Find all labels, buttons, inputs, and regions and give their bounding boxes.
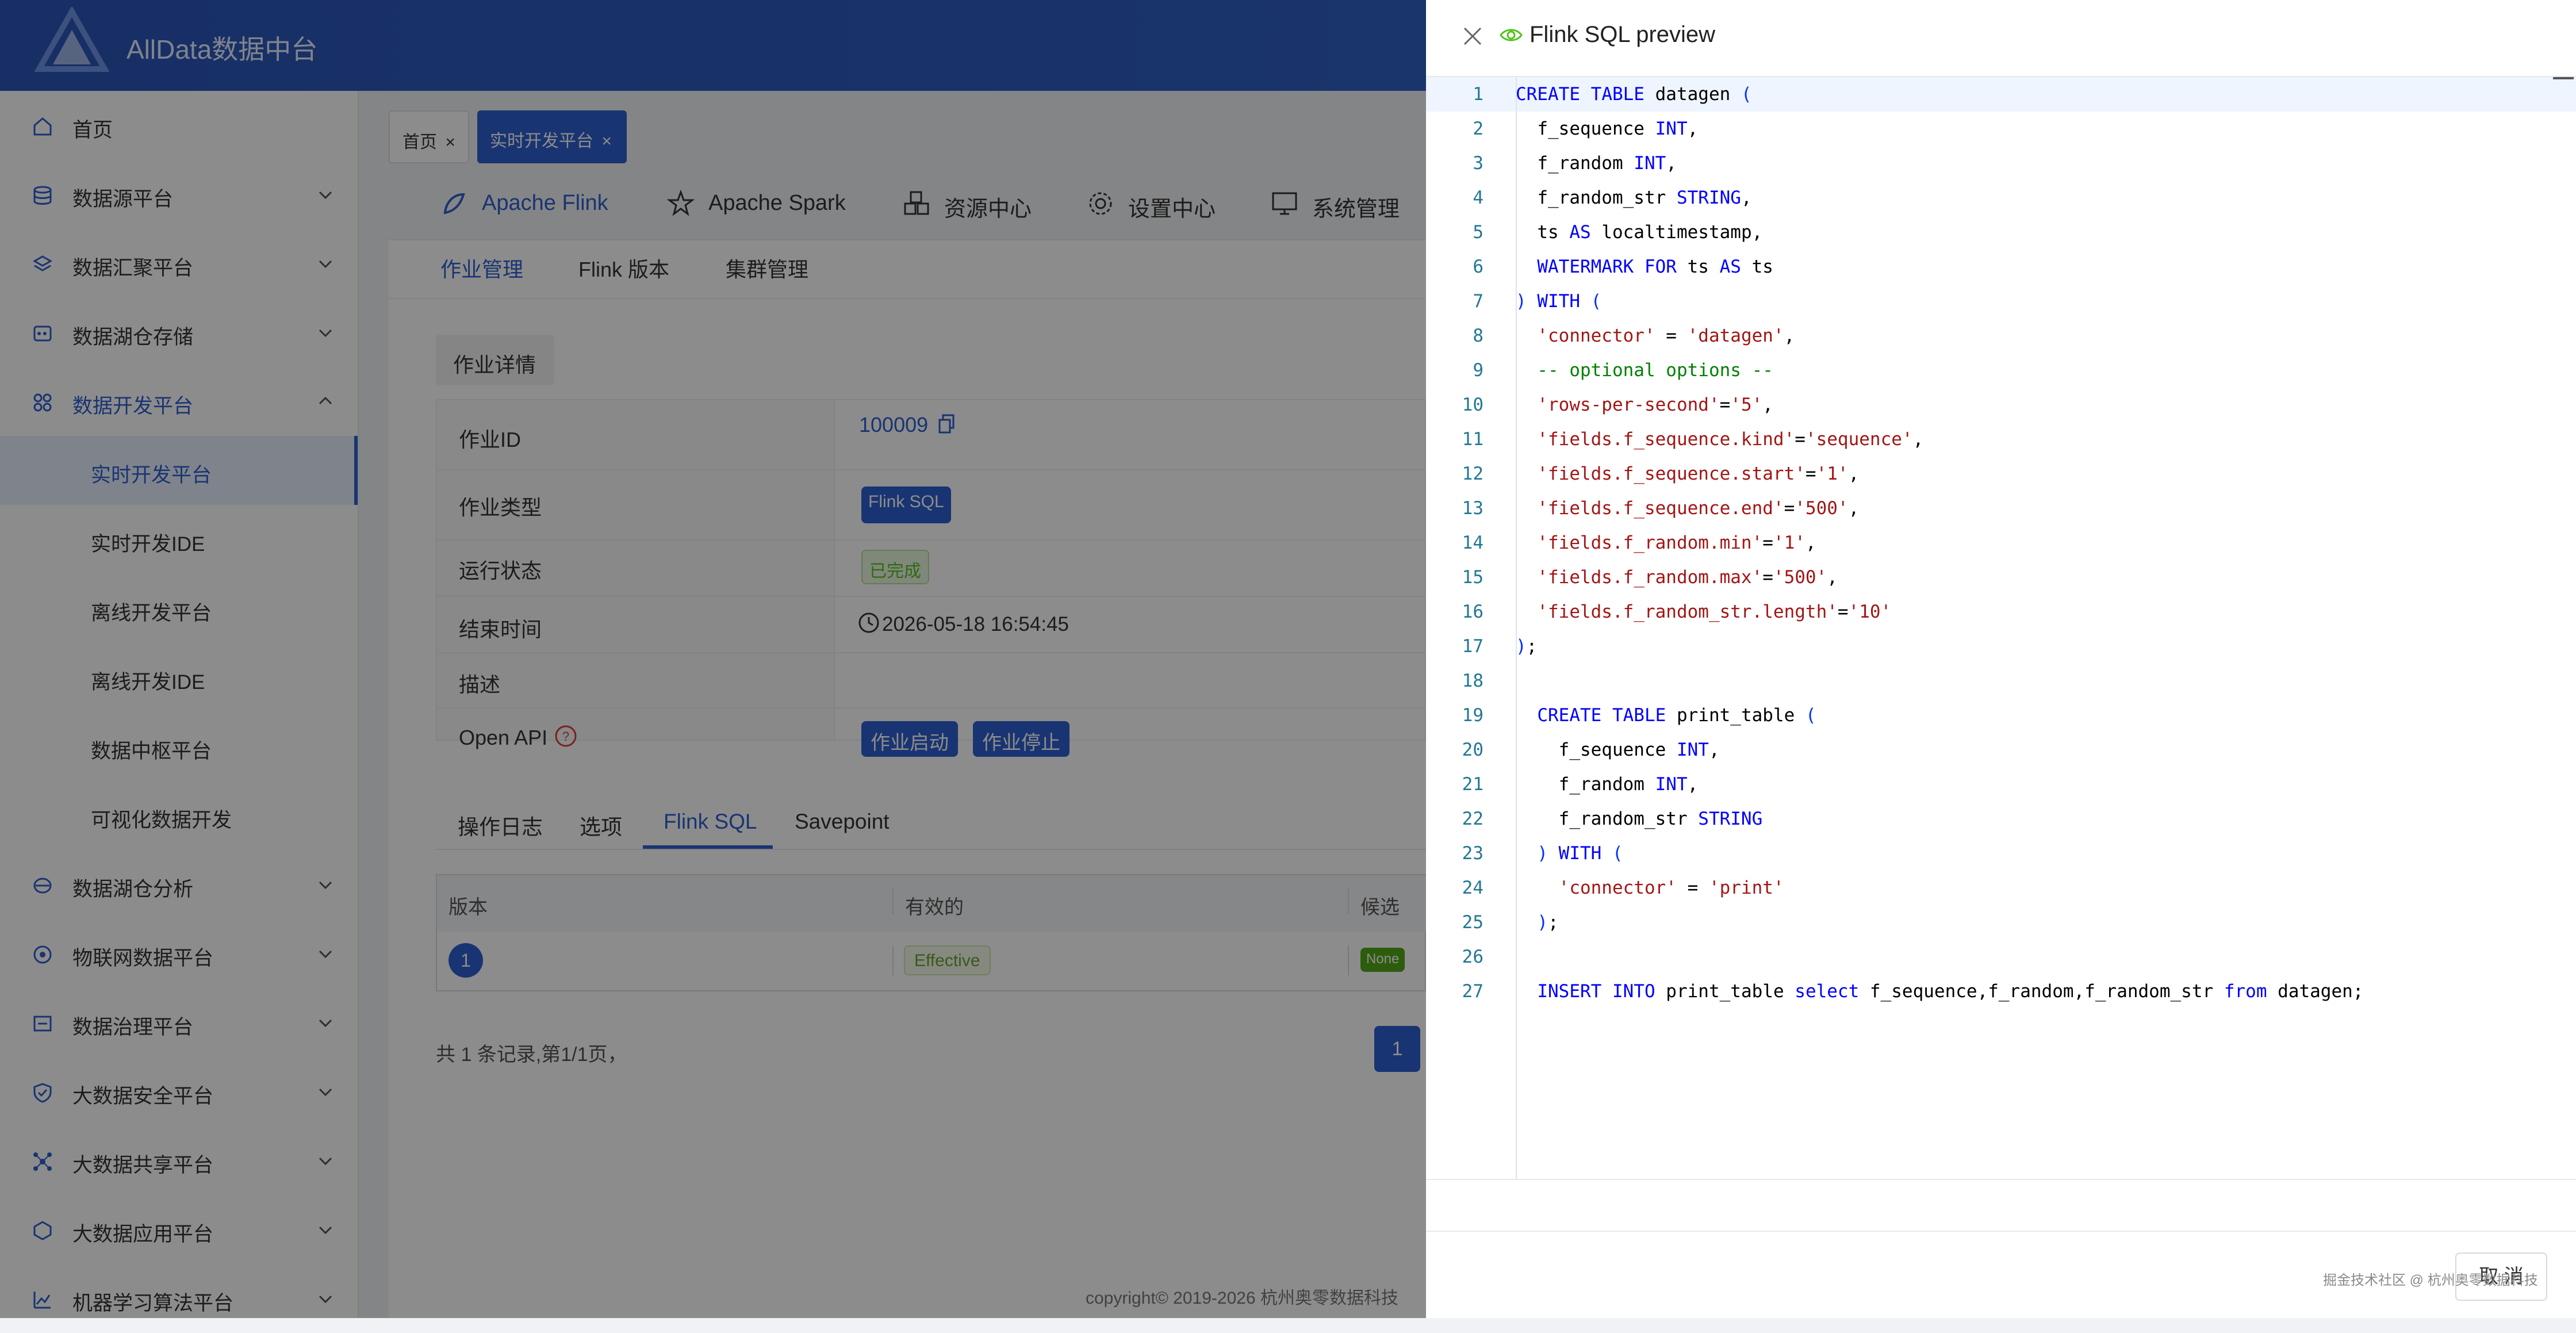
code-text: WATERMARK FOR ts AS ts <box>1537 256 1773 277</box>
code-text: 'connector' = 'datagen', <box>1537 325 1795 346</box>
code-line: 8 'connector' = 'datagen', <box>1426 319 2576 353</box>
line-number: 17 <box>1462 636 1483 657</box>
code-line: 13 'fields.f_sequence.end'='500', <box>1426 491 2576 526</box>
code-text: f_random INT, <box>1516 774 1699 795</box>
line-number: 15 <box>1462 567 1483 588</box>
code-line: 4 f_random_str STRING, <box>1426 181 2576 215</box>
code-text: 'rows-per-second'='5', <box>1537 394 1773 415</box>
line-number: 8 <box>1473 325 1483 346</box>
code-line: 27 INSERT INTO print_table select f_sequ… <box>1426 974 2576 1009</box>
code-line: 15 'fields.f_random.max'='500', <box>1426 560 2576 595</box>
code-text: f_random_str STRING <box>1516 809 1763 829</box>
code-text: ); <box>1516 636 1538 657</box>
line-number: 21 <box>1462 774 1483 795</box>
code-text: 'fields.f_random_str.length'='10' <box>1537 602 1892 622</box>
code-text: CREATE TABLE print_table ( <box>1537 705 1816 726</box>
code-text: f_sequence INT, <box>1516 118 1699 139</box>
code-line: 26 <box>1426 940 2576 974</box>
line-number: 25 <box>1462 912 1483 933</box>
code-line: 11 'fields.f_sequence.kind'='sequence', <box>1426 422 2576 457</box>
line-number: 4 <box>1473 187 1483 208</box>
line-number: 11 <box>1462 429 1483 450</box>
modal-mask[interactable] <box>0 0 1426 1318</box>
code-line: 7 ) WITH ( <box>1426 284 2576 319</box>
code-text: ) WITH ( <box>1516 291 1602 312</box>
code-line: 2 f_sequence INT, <box>1426 112 2576 146</box>
line-number: 20 <box>1462 740 1483 760</box>
line-number: 16 <box>1462 602 1483 622</box>
line-number: 14 <box>1462 533 1483 553</box>
code-text: ) WITH ( <box>1537 843 1623 864</box>
code-line: 22 f_random_str STRING <box>1426 802 2576 836</box>
code-line: 17); <box>1426 629 2576 664</box>
code-text: 'fields.f_sequence.kind'='sequence', <box>1537 429 1924 450</box>
line-number: 1 <box>1473 84 1483 105</box>
code-text: CREATE TABLE datagen ( <box>1516 84 1752 105</box>
line-number: 10 <box>1462 394 1483 415</box>
code-line: 24 'connector' = 'print' <box>1426 871 2576 905</box>
code-line: 14 'fields.f_random.min'='1', <box>1426 526 2576 560</box>
code-text: f_random_str STRING, <box>1516 187 1752 208</box>
line-number: 6 <box>1473 256 1483 277</box>
code-line: 16 'fields.f_random_str.length'='10' <box>1426 595 2576 629</box>
close-icon[interactable] <box>1462 25 1483 47</box>
code-text: ); <box>1537 912 1559 933</box>
code-line: 18 <box>1426 664 2576 698</box>
line-number: 27 <box>1462 981 1483 1002</box>
code-text: INSERT INTO print_table select f_sequenc… <box>1537 981 2364 1002</box>
drawer-title: Flink SQL preview <box>1529 22 1716 47</box>
line-number: 9 <box>1473 360 1483 381</box>
line-number: 18 <box>1462 671 1483 691</box>
line-number: 5 <box>1473 222 1483 243</box>
code-line: 5 ts AS localtimestamp, <box>1426 215 2576 250</box>
code-line: 1 CREATE TABLE datagen ( <box>1426 77 2576 112</box>
line-number: 2 <box>1473 118 1483 139</box>
code-line: 20 f_sequence INT, <box>1426 733 2576 767</box>
eye-icon <box>1500 29 1523 41</box>
divider <box>1426 1179 2576 1180</box>
line-number: 7 <box>1473 291 1483 312</box>
watermark: 掘金技术社区 @ 杭州奥零数据科技 <box>2323 1273 2538 1288</box>
code-text: -- optional options -- <box>1516 360 1773 381</box>
code-line: 25 ); <box>1426 905 2576 940</box>
divider <box>1426 1231 2576 1232</box>
code-line: 19 CREATE TABLE print_table ( <box>1426 698 2576 733</box>
code-text: f_sequence INT, <box>1516 740 1720 760</box>
code-text: 'connector' = 'print' <box>1558 878 1784 898</box>
code-line: 23 ) WITH ( <box>1426 836 2576 871</box>
code-text: f_random INT, <box>1516 153 1677 174</box>
code-text: ts AS localtimestamp, <box>1516 222 1763 243</box>
line-number: 19 <box>1462 705 1483 726</box>
line-number: 12 <box>1462 464 1483 484</box>
line-number: 23 <box>1462 843 1483 864</box>
line-number: 22 <box>1462 809 1483 829</box>
code-line: 10 'rows-per-second'='5', <box>1426 388 2576 422</box>
code-line: 6 WATERMARK FOR ts AS ts <box>1426 250 2576 284</box>
code-text: 'fields.f_sequence.end'='500', <box>1537 498 1860 519</box>
code-line: 3 f_random INT, <box>1426 146 2576 181</box>
code-line: 21 f_random INT, <box>1426 767 2576 802</box>
line-number: 13 <box>1462 498 1483 519</box>
code-line: 9 -- optional options -- <box>1426 353 2576 388</box>
code-text: 'fields.f_random.min'='1', <box>1537 533 1816 553</box>
code-text: 'fields.f_sequence.start'='1', <box>1537 464 1860 484</box>
line-number: 26 <box>1462 947 1483 967</box>
code-text: 'fields.f_random.max'='500', <box>1537 567 1838 588</box>
line-number: 3 <box>1473 153 1483 174</box>
code-line: 12 'fields.f_sequence.start'='1', <box>1426 457 2576 491</box>
line-number: 24 <box>1462 878 1483 898</box>
